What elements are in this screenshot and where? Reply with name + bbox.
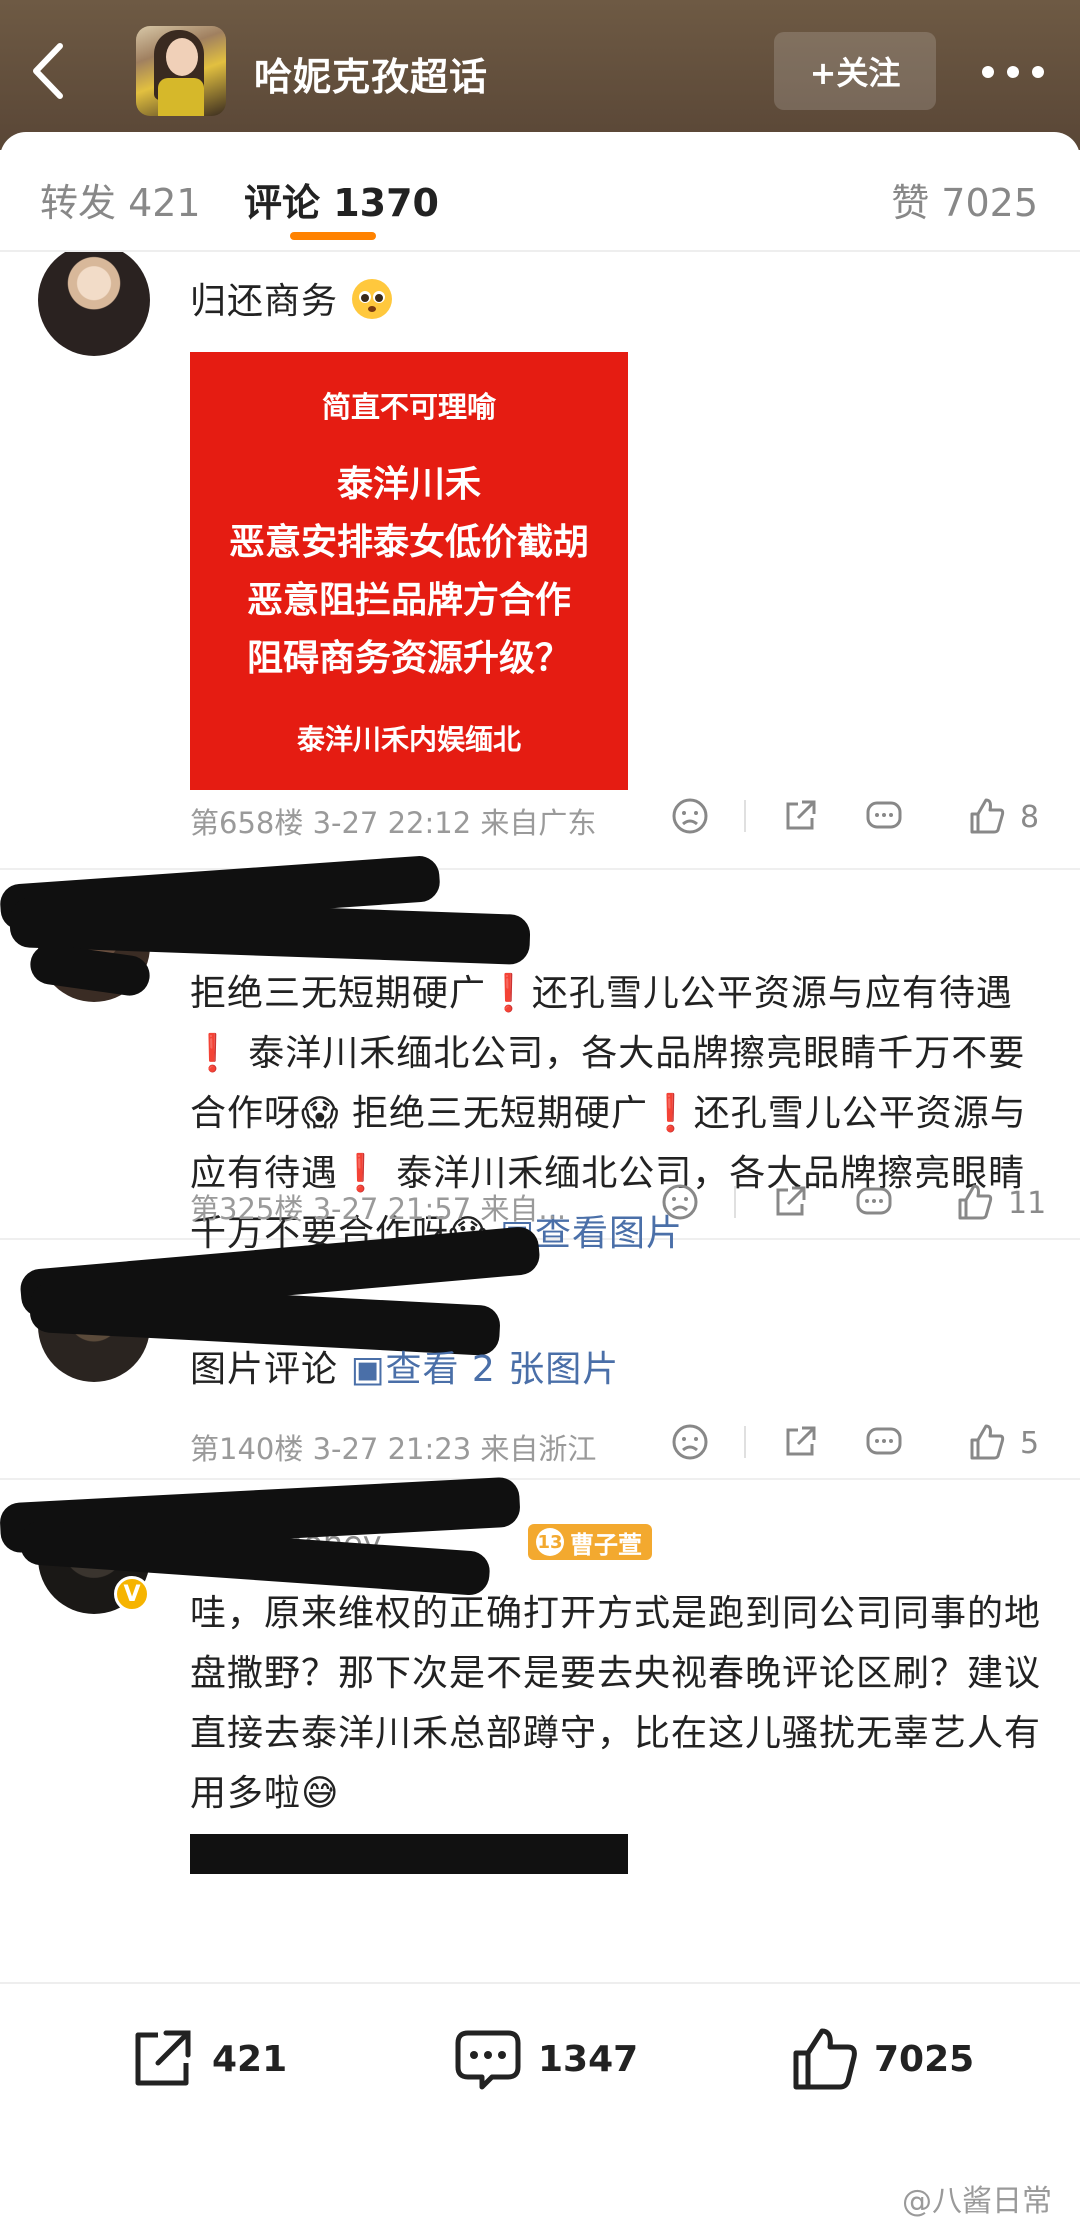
thumbs-up-icon[interactable]: [966, 1422, 1006, 1462]
comment-image-preview[interactable]: [190, 1834, 628, 1874]
tab-like[interactable]: 赞 7025: [891, 172, 1038, 227]
comment-text: 归还商务: [190, 281, 339, 322]
floor-time-location: 第658楼 3-27 22:12 来自广东: [190, 806, 597, 840]
like-count: 8: [1020, 800, 1040, 835]
share-icon[interactable]: [780, 796, 820, 836]
comment-text: 图片评论: [190, 1349, 339, 1390]
active-tab-indicator: [290, 232, 376, 240]
reply-icon[interactable]: [854, 1182, 894, 1222]
dislike-face-icon[interactable]: [660, 1182, 700, 1222]
comment-item: V zhan_honey 13 曹子萱 哇，原来维权的正确打开方式是跑到同公司同…: [0, 1476, 1080, 1982]
like-button[interactable]: 7025: [790, 2024, 974, 2094]
back-arrow-icon[interactable]: [24, 36, 74, 106]
tab-bar: 转发 421 评论 1370 赞 7025: [0, 132, 1080, 252]
avatar[interactable]: [38, 252, 150, 356]
comment-meta: 第325楼 3-27 21:57 来自... 11: [190, 1178, 1047, 1228]
reply-icon[interactable]: [864, 796, 904, 836]
comment-image[interactable]: 简直不可理喻 泰洋川禾 恶意安排泰女低价截胡 恶意阻拦品牌方合作 阻碍商务资源升…: [190, 352, 628, 790]
floor-time-location: 第140楼 3-27 21:23 来自浙江: [190, 1432, 597, 1466]
comment-item: 拒绝三无短期硬广❗️还孔雪儿公平资源与应有待遇❗️ 泰洋川禾缅北公司，各大品牌擦…: [0, 854, 1080, 1254]
thumbs-up-icon[interactable]: [954, 1182, 994, 1222]
like-count: 5: [1020, 1426, 1040, 1461]
supertopic-avatar[interactable]: [136, 26, 226, 116]
image-text-line: 泰洋川禾: [336, 464, 481, 505]
like-count: 11: [1008, 1186, 1047, 1221]
page-title: 哈妮克孜超话: [254, 55, 489, 99]
repost-button[interactable]: 421: [128, 2024, 287, 2094]
image-text-line: 恶意安排泰女低价截胡: [228, 522, 589, 563]
comment-bubble-icon: [455, 2030, 521, 2090]
comment-item: 归还商务 简直不可理喻 泰洋川禾 恶意安排泰女低价截胡 恶意阻拦品牌方合作 阻碍…: [0, 252, 1080, 870]
view-images-link[interactable]: ▣查看 2 张图片: [350, 1349, 619, 1390]
image-text-line: 恶意阻拦品牌方合作: [246, 580, 571, 621]
comment-meta: 第140楼 3-27 21:23 来自浙江 5: [190, 1418, 1044, 1468]
repost-count: 421: [212, 2038, 288, 2080]
thumbs-up-icon: [793, 2028, 857, 2090]
tab-repost[interactable]: 转发 421: [40, 172, 201, 227]
image-text-line: 阻碍商务资源升级？: [246, 638, 571, 679]
pleading-face-emoji: [350, 277, 394, 321]
comment-text: 哇，原来维权的正确打开方式是跑到同公司同事的地盘撒野？那下次是不是要去央视春晚评…: [190, 1593, 1042, 1814]
share-icon[interactable]: [770, 1182, 810, 1222]
image-text-line: 简直不可理喻: [321, 390, 496, 424]
reply-icon[interactable]: [864, 1422, 904, 1462]
top-header: 哈妮克孜超话 +关注: [0, 0, 1080, 150]
like-count: 7025: [874, 2038, 975, 2080]
image-text-line: 泰洋川禾内娱缅北: [296, 723, 521, 756]
thumbs-up-icon[interactable]: [966, 796, 1006, 836]
bottom-action-bar: 421 1347 7025: [0, 1982, 1080, 2132]
fan-level: 13: [536, 1528, 564, 1556]
comment-count: 1347: [538, 2038, 639, 2080]
fan-badge: 13 曹子萱: [528, 1524, 652, 1560]
more-icon[interactable]: [978, 52, 1048, 92]
dislike-face-icon[interactable]: [670, 796, 710, 836]
comment-list[interactable]: 归还商务 简直不可理喻 泰洋川禾 恶意安排泰女低价截胡 恶意阻拦品牌方合作 阻碍…: [0, 252, 1080, 1982]
share-icon: [135, 2030, 191, 2086]
verified-badge-icon: V: [114, 1576, 150, 1612]
comment-item: 图片评论 ▣查看 2 张图片 第140楼 3-27 21:23 来自浙江 5: [0, 1225, 1080, 1480]
floor-time-location: 第325楼 3-27 21:57 来自...: [190, 1192, 567, 1226]
follow-button[interactable]: +关注: [774, 32, 936, 110]
share-icon[interactable]: [780, 1422, 820, 1462]
tab-comment[interactable]: 评论 1370: [244, 172, 439, 227]
dislike-face-icon[interactable]: [670, 1422, 710, 1462]
comment-meta: 第658楼 3-27 22:12 来自广东 8: [190, 792, 1044, 842]
watermark: @八酱日常: [902, 2184, 1052, 2219]
comment-button[interactable]: 1347: [454, 2024, 638, 2094]
fan-badge-label: 曹子萱: [570, 1530, 642, 1559]
